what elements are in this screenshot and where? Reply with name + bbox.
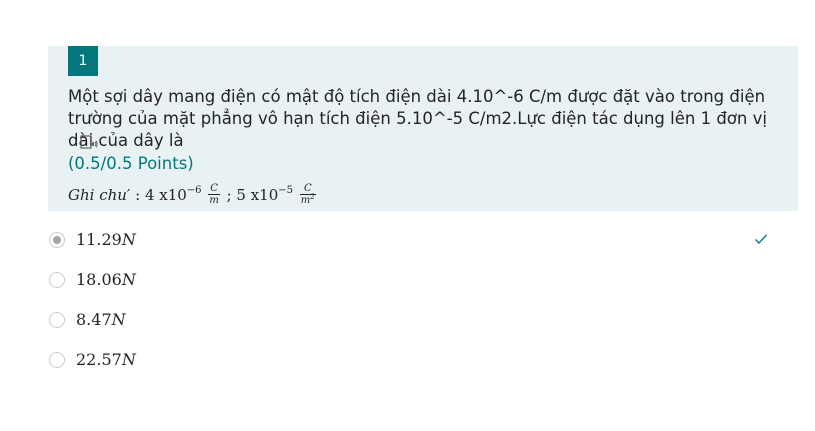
answer-option-1[interactable]: 11.29N [48, 227, 798, 255]
checkmark-icon [755, 234, 768, 245]
answer-option-label: 11.29N [76, 230, 136, 249]
note-formula: Ghi chu′ : 4 x10−6 Cm ; 5 x10−5 Cm2 [68, 182, 316, 206]
answer-option-2[interactable]: 18.06N [48, 267, 798, 295]
immersive-reader-icon[interactable] [80, 135, 98, 151]
question-number-badge: 1 [68, 46, 98, 76]
answer-option-3[interactable]: 8.47N [48, 307, 798, 335]
radio-button[interactable] [49, 312, 65, 328]
answer-option-label: 22.57N [76, 350, 136, 369]
answer-option-label: 8.47N [76, 310, 126, 329]
radio-button[interactable] [49, 272, 65, 288]
points-score: (0.5/0.5 Points) [68, 154, 194, 173]
note-second-fraction: Cm2 [299, 182, 316, 206]
radio-button-selected[interactable] [49, 232, 65, 248]
question-card: 1 Một sợi dây mang điện có mật độ tích đ… [48, 46, 798, 211]
note-label: Ghi chu′ [68, 186, 131, 204]
answer-option-4[interactable]: 22.57N [48, 347, 798, 375]
note-second-value: 5 x10 [236, 186, 279, 204]
note-first-fraction: Cm [208, 182, 220, 206]
radio-button[interactable] [49, 352, 65, 368]
answer-option-label: 18.06N [76, 270, 136, 289]
note-first-value: 4 x10 [144, 186, 187, 204]
question-text: Một sợi dây mang điện có mật độ tích điệ… [68, 87, 767, 150]
